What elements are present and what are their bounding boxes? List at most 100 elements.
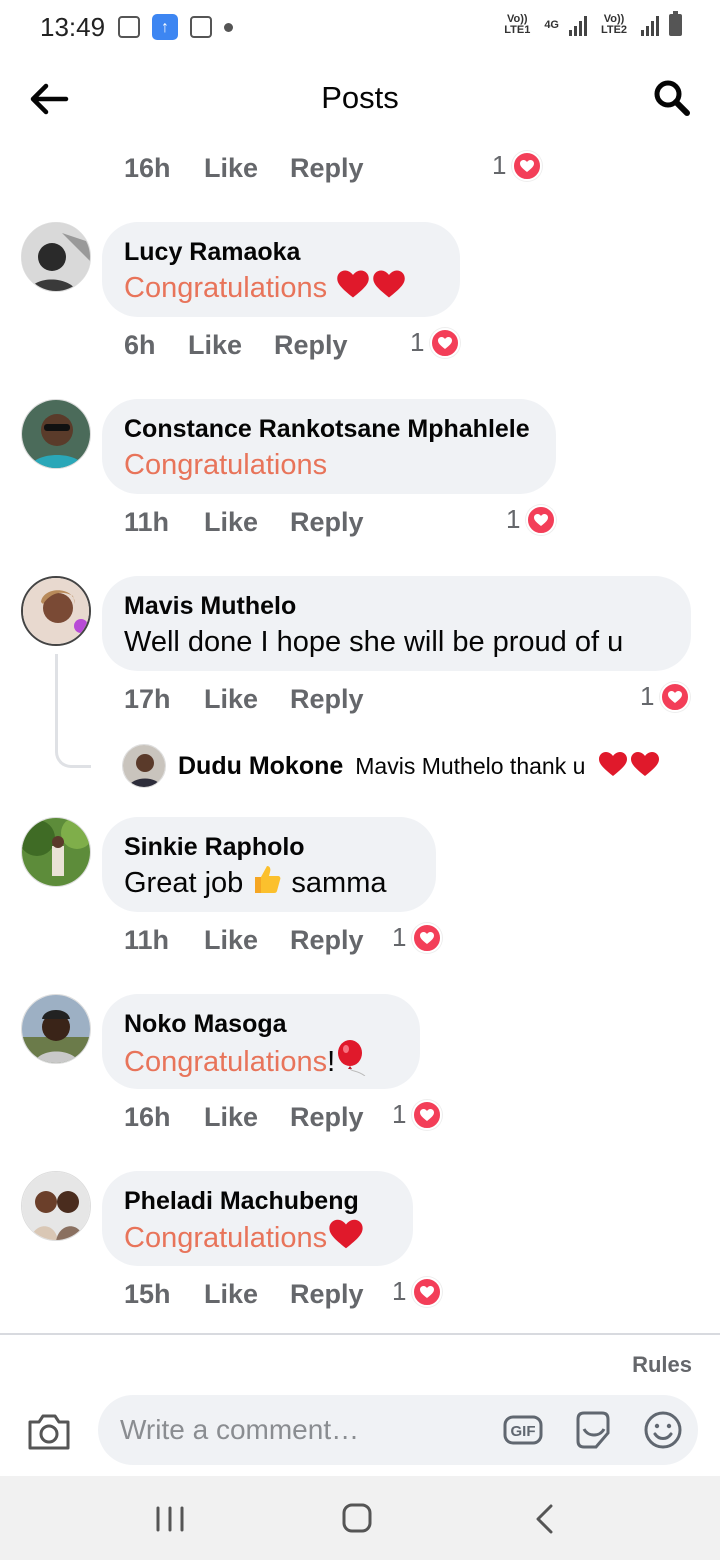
comment-text: Great job samma — [124, 863, 414, 906]
avatar[interactable] — [21, 817, 91, 887]
cast-icon — [190, 16, 212, 38]
sim2-label: Vo)) LTE2 — [600, 13, 628, 36]
like-button[interactable]: Like — [204, 507, 290, 538]
like-button[interactable]: Like — [204, 1102, 290, 1133]
reaction-summary[interactable]: 1 — [506, 504, 557, 535]
notification-icons: ↑ — [118, 14, 233, 40]
comment-bubble[interactable]: Pheladi Machubeng Congratulations — [102, 1171, 413, 1266]
balloon-emoji-icon — [335, 1040, 369, 1087]
comment-meta: 15h Like Reply — [124, 1274, 370, 1314]
comment-author[interactable]: Mavis Muthelo — [124, 590, 669, 622]
comment-text: Well done I hope she will be proud of u — [124, 626, 624, 658]
comment-time: 17h — [124, 683, 171, 714]
reply-button[interactable]: Reply — [290, 925, 370, 956]
comment-text-suffix: ! — [327, 1046, 336, 1079]
rules-link[interactable]: Rules — [632, 1352, 692, 1378]
page-title: Posts — [321, 80, 399, 115]
comment-author[interactable]: Noko Masoga — [124, 1008, 398, 1040]
red-heart-emoji-icon — [335, 268, 371, 311]
home-icon[interactable] — [337, 1502, 377, 1536]
battery-icon — [669, 11, 682, 36]
gif-icon[interactable]: GIF — [502, 1409, 544, 1451]
sticker-icon[interactable] — [572, 1409, 614, 1451]
emoji-icon[interactable] — [642, 1409, 684, 1451]
reply-button[interactable]: Reply — [290, 1279, 370, 1310]
reaction-summary[interactable]: 1 — [392, 1276, 443, 1307]
reaction-count: 1 — [492, 150, 507, 180]
reaction-summary[interactable]: 1 — [392, 1099, 443, 1130]
comment-text-content: Congratulations — [124, 272, 328, 305]
love-reaction-icon — [660, 681, 691, 712]
reply-button[interactable]: Reply — [290, 684, 370, 715]
gallery-icon — [118, 16, 140, 38]
top-bar: Posts — [0, 56, 720, 142]
sim1-label: Vo)) LTE1 — [504, 13, 531, 36]
like-button[interactable]: Like — [204, 925, 290, 956]
comment-time: 6h — [124, 329, 156, 360]
love-reaction-icon — [526, 504, 557, 535]
like-button[interactable]: Like — [188, 330, 274, 361]
comment-meta: 11h Like Reply — [124, 502, 370, 542]
comment-author[interactable]: Constance Rankotsane Mphahlele — [124, 413, 534, 445]
comment-bubble[interactable]: Constance Rankotsane Mphahlele Congratul… — [102, 399, 556, 494]
like-button[interactable]: Like — [204, 684, 290, 715]
reply-emojis — [597, 750, 661, 783]
reply-button[interactable]: Reply — [290, 153, 370, 184]
comment-text-content: samma — [291, 867, 387, 900]
comment-author[interactable]: Sinkie Rapholo — [124, 831, 414, 863]
comment-bubble[interactable]: Sinkie Rapholo Great job samma — [102, 817, 436, 912]
reaction-count: 1 — [410, 327, 425, 357]
avatar[interactable] — [21, 576, 91, 646]
like-button[interactable]: Like — [204, 1279, 290, 1310]
red-heart-emoji-icon — [371, 268, 407, 311]
comment-time: 11h — [124, 924, 170, 955]
comment-bubble[interactable]: Noko Masoga Congratulations! — [102, 994, 420, 1089]
avatar[interactable] — [122, 744, 166, 788]
comment-author[interactable]: Lucy Ramaoka — [124, 236, 438, 268]
reaction-summary[interactable]: 1 — [492, 150, 543, 181]
comment-text: Congratulations — [124, 449, 328, 481]
reaction-count: 1 — [392, 1276, 407, 1306]
signal-icon — [641, 14, 659, 36]
reaction-count: 1 — [392, 922, 407, 952]
comment-meta: 11h Like Reply — [124, 920, 370, 960]
like-button[interactable]: Like — [204, 153, 290, 184]
avatar[interactable] — [21, 1171, 91, 1241]
comment-text-content: Great job — [124, 867, 244, 900]
reaction-summary[interactable]: 1 — [640, 681, 691, 712]
avatar[interactable] — [21, 399, 91, 469]
comment-author[interactable]: Pheladi Machubeng — [124, 1185, 391, 1217]
avatar[interactable] — [21, 994, 91, 1064]
avatar[interactable] — [21, 222, 91, 292]
search-icon[interactable] — [652, 78, 692, 118]
system-nav-bar — [0, 1476, 720, 1560]
comment-time: 11h — [124, 506, 170, 537]
signal-icon — [569, 14, 587, 36]
comment-meta: 6h Like Reply — [124, 325, 354, 365]
reply-preview[interactable]: Dudu Mokone Mavis Muthelo thank u — [122, 744, 661, 788]
reply-button[interactable]: Reply — [290, 507, 370, 538]
comment-meta: 16h Like Reply — [124, 148, 370, 188]
comment-bubble[interactable]: Lucy Ramaoka Congratulations — [102, 222, 460, 317]
comment-bubble[interactable]: Mavis Muthelo Well done I hope she will … — [102, 576, 691, 671]
comment-composer[interactable]: GIF — [98, 1395, 698, 1465]
camera-icon[interactable] — [26, 1412, 72, 1452]
reaction-summary[interactable]: 1 — [392, 922, 443, 953]
svg-text:GIF: GIF — [511, 1423, 536, 1440]
comment-input[interactable] — [120, 1409, 490, 1451]
reply-text: Mavis Muthelo thank u — [355, 752, 586, 779]
reaction-count: 1 — [640, 681, 655, 711]
reply-thread-line — [55, 654, 91, 768]
reaction-count: 1 — [506, 504, 521, 534]
recent-apps-icon[interactable] — [150, 1502, 190, 1536]
love-reaction-icon — [412, 922, 443, 953]
reply-button[interactable]: Reply — [290, 1102, 370, 1133]
comment-time: 16h — [124, 152, 171, 183]
reply-button[interactable]: Reply — [274, 330, 354, 361]
reaction-summary[interactable]: 1 — [410, 327, 461, 358]
network-label: 4G — [544, 18, 559, 31]
back-nav-icon[interactable] — [525, 1502, 565, 1536]
reply-author[interactable]: Dudu Mokone — [178, 752, 343, 781]
composer-divider — [0, 1333, 720, 1335]
status-right: Vo)) LTE1 4G Vo)) LTE2 — [500, 11, 682, 36]
